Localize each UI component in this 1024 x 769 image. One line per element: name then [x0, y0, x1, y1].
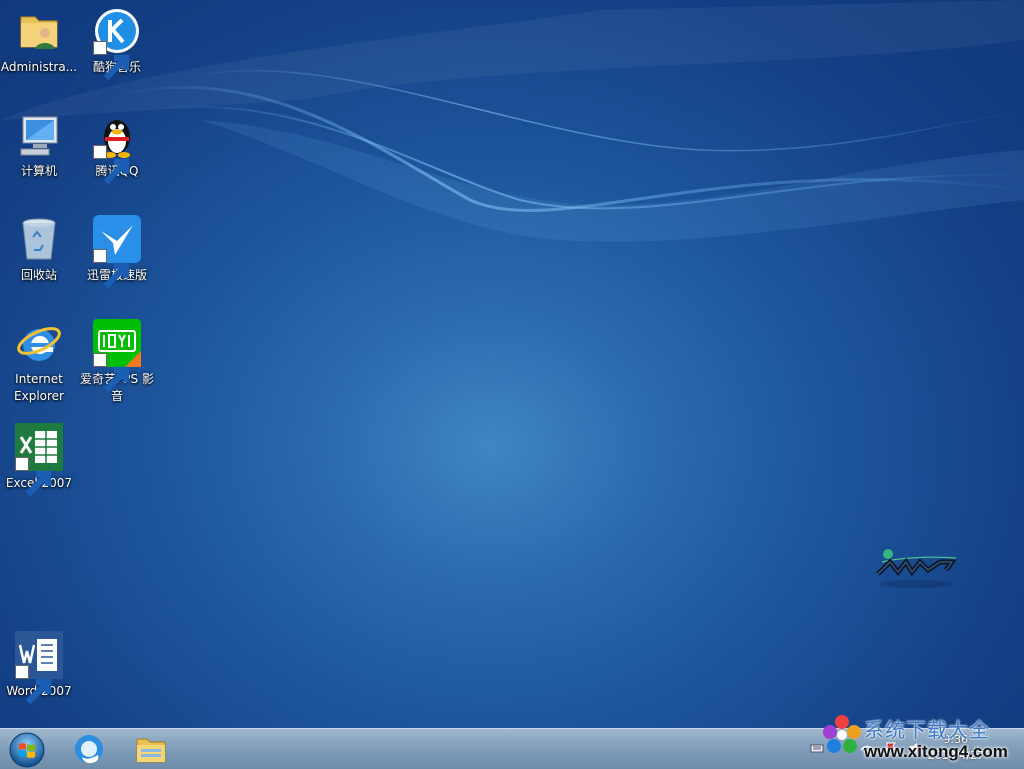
desktop-icon-administrator[interactable]: Administra...: [0, 2, 78, 76]
qq-penguin-icon: [93, 111, 141, 185]
shortcut-arrow-icon: [93, 249, 130, 289]
browser-icon: [75, 735, 103, 764]
taskbar-browser-button[interactable]: [62, 731, 116, 767]
iqiyi-icon: [93, 319, 141, 393]
start-button[interactable]: [0, 731, 54, 768]
desktop-icon-computer[interactable]: 计算机: [0, 106, 78, 180]
recycle-bin-icon: [15, 215, 63, 263]
desktop-icon-xunlei[interactable]: 迅雷极速版: [78, 210, 156, 289]
excel-icon: [15, 423, 63, 497]
xunlei-bird-icon: [93, 215, 141, 289]
desktop-icon-label: 计算机: [20, 164, 57, 178]
desktop-icon-internet-explorer[interactable]: Internet Explorer: [0, 314, 78, 405]
watermark-title: 系统下载大全: [864, 718, 990, 742]
desktop-icon-recycle-bin[interactable]: 回收站: [0, 210, 78, 284]
site-watermark: 系统下载大全 www.xitong4.com: [820, 712, 1024, 768]
desktop-icon-label: 回收站: [20, 268, 57, 282]
shortcut-arrow-icon: [93, 145, 130, 185]
shortcut-arrow-icon: [15, 457, 52, 497]
internet-explorer-icon: [15, 319, 63, 367]
desktop-icon-label: Administra...: [0, 60, 78, 74]
file-explorer-icon: [136, 738, 166, 763]
desktop-icon-qq[interactable]: 腾讯QQ: [78, 106, 156, 185]
shortcut-arrow-icon: [93, 41, 130, 81]
computer-icon: [15, 111, 63, 159]
watermark-flower-logo-icon: [823, 715, 861, 753]
word-icon: [15, 631, 63, 705]
desktop-icon-excel[interactable]: Excel 2007: [0, 418, 78, 497]
kugou-music-icon: [93, 7, 141, 81]
user-folder-icon: [15, 7, 63, 55]
desktop-icon-word[interactable]: Word 2007: [0, 626, 78, 705]
desktop-icon-iqiyi[interactable]: 爱奇艺PPS 影音: [78, 314, 156, 405]
shortcut-arrow-icon: [15, 665, 52, 705]
watermark-url: www.xitong4.com: [864, 742, 1008, 761]
taskbar-explorer-button[interactable]: [124, 731, 178, 767]
shortcut-arrow-icon: [93, 353, 130, 393]
desktop-icon-kugou[interactable]: 酷狗音乐: [78, 2, 156, 81]
wallpaper-brand-logo: [876, 549, 957, 588]
windows-start-orb-icon: [9, 732, 45, 768]
desktop-icon-label: Internet Explorer: [14, 372, 64, 403]
